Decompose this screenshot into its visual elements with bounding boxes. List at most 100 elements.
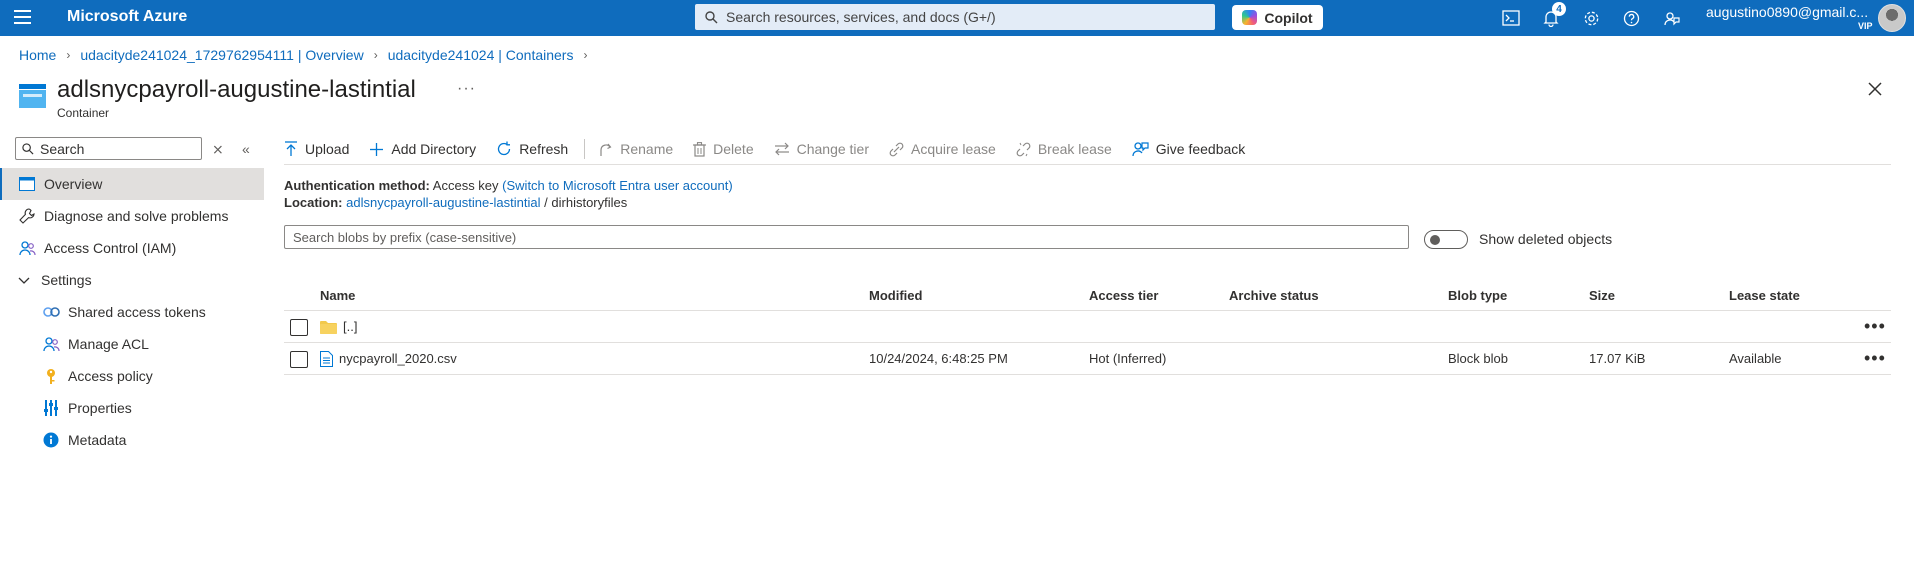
nav-search-input[interactable]: Search bbox=[15, 137, 202, 160]
sidebar-item-label: Metadata bbox=[68, 432, 127, 448]
table-row[interactable]: [..] ••• bbox=[284, 311, 1891, 343]
location-container-link[interactable]: adlsnycpayroll-augustine-lastintial bbox=[346, 195, 540, 210]
give-feedback-button[interactable]: Give feedback bbox=[1132, 141, 1245, 157]
toolbar-divider bbox=[584, 139, 586, 159]
upload-icon bbox=[285, 141, 297, 156]
row-blob-type: Block blob bbox=[1448, 351, 1508, 366]
more-options-button[interactable]: ··· bbox=[457, 80, 476, 98]
sidebar-group-settings[interactable]: Settings bbox=[0, 264, 264, 296]
clear-filter-icon[interactable]: ⨯ bbox=[212, 141, 224, 158]
sidebar-item-manage-acl[interactable]: Manage ACL bbox=[0, 328, 264, 360]
settings-gear-icon[interactable] bbox=[1580, 7, 1602, 29]
location-label: Location: bbox=[284, 195, 343, 210]
blobs-table: Name Modified Access tier Archive status… bbox=[284, 280, 1891, 375]
sidebar-item-label: Properties bbox=[68, 400, 132, 416]
sidebar-item-overview[interactable]: Overview bbox=[0, 168, 264, 200]
brand-title[interactable]: Microsoft Azure bbox=[67, 8, 187, 26]
row-access-tier: Hot (Inferred) bbox=[1089, 351, 1167, 366]
info-icon bbox=[42, 431, 60, 449]
copilot-button[interactable]: Copilot bbox=[1232, 5, 1323, 30]
copilot-label: Copilot bbox=[1264, 9, 1313, 26]
refresh-label: Refresh bbox=[519, 141, 569, 157]
change-tier-label: Change tier bbox=[796, 141, 869, 157]
column-header-modified[interactable]: Modified bbox=[869, 280, 922, 310]
row-name-cell[interactable]: [..] bbox=[320, 311, 357, 342]
people-icon bbox=[18, 239, 36, 257]
search-icon bbox=[705, 10, 718, 23]
chevron-right-icon: › bbox=[373, 48, 378, 62]
row-checkbox[interactable] bbox=[290, 319, 308, 336]
upload-button[interactable]: Upload bbox=[284, 141, 349, 157]
avatar[interactable] bbox=[1878, 4, 1906, 32]
close-icon[interactable] bbox=[1866, 80, 1884, 98]
break-lease-button[interactable]: Break lease bbox=[1016, 141, 1112, 157]
copilot-icon bbox=[1242, 10, 1258, 25]
cloud-shell-icon[interactable] bbox=[1500, 7, 1522, 29]
row-modified: 10/24/2024, 6:48:25 PM bbox=[869, 351, 1008, 366]
rename-button[interactable]: Rename bbox=[599, 141, 673, 157]
sidebar-item-label: Shared access tokens bbox=[68, 304, 206, 320]
refresh-button[interactable]: Refresh bbox=[496, 141, 568, 157]
chevron-down-icon bbox=[18, 272, 30, 288]
row-name[interactable]: [..] bbox=[343, 319, 357, 334]
overview-icon bbox=[18, 175, 36, 193]
key-icon bbox=[42, 367, 60, 385]
location-line: Location: adlsnycpayroll-augustine-lasti… bbox=[284, 195, 627, 210]
sidebar-item-label: Manage ACL bbox=[68, 336, 149, 352]
column-header-archive-status[interactable]: Archive status bbox=[1229, 280, 1319, 310]
blob-prefix-search-input[interactable]: Search blobs by prefix (case-sensitive) bbox=[284, 225, 1409, 249]
properties-icon bbox=[42, 399, 60, 417]
lease-link-icon bbox=[889, 142, 904, 156]
row-more-actions-button[interactable]: ••• bbox=[1864, 311, 1886, 342]
change-tier-button[interactable]: Change tier bbox=[774, 141, 869, 157]
blob-search-placeholder: Search blobs by prefix (case-sensitive) bbox=[293, 229, 517, 245]
breadcrumb-storage-overview[interactable]: udacityde241024_1729762954111 | Overview bbox=[80, 47, 363, 63]
row-more-actions-button[interactable]: ••• bbox=[1864, 343, 1886, 374]
link-icon bbox=[42, 303, 60, 321]
acquire-lease-button[interactable]: Acquire lease bbox=[889, 141, 996, 157]
column-header-lease-state[interactable]: Lease state bbox=[1729, 280, 1800, 310]
row-name-cell[interactable]: nycpayroll_2020.csv bbox=[320, 343, 457, 374]
table-row[interactable]: nycpayroll_2020.csv 10/24/2024, 6:48:25 … bbox=[284, 343, 1891, 375]
chevron-right-icon: › bbox=[583, 48, 588, 62]
toolbar-divider-line bbox=[284, 164, 1891, 165]
delete-button[interactable]: Delete bbox=[693, 141, 754, 157]
breadcrumb-home[interactable]: Home bbox=[19, 47, 56, 63]
folder-icon bbox=[320, 320, 337, 334]
sidebar-item-diagnose[interactable]: Diagnose and solve problems bbox=[0, 200, 264, 232]
column-header-name[interactable]: Name bbox=[320, 280, 355, 310]
rename-label: Rename bbox=[620, 141, 674, 157]
switch-auth-link[interactable]: (Switch to Microsoft Entra user account) bbox=[502, 178, 732, 193]
collapse-menu-icon[interactable]: « bbox=[242, 141, 250, 157]
global-search-input[interactable]: Search resources, services, and docs (G+… bbox=[695, 4, 1215, 30]
top-bar: Microsoft Azure Search resources, servic… bbox=[0, 0, 1914, 36]
sidebar-item-metadata[interactable]: Metadata bbox=[0, 424, 264, 456]
notifications-badge: 4 bbox=[1552, 2, 1566, 16]
chevron-right-icon: › bbox=[66, 48, 71, 62]
user-email[interactable]: augustino0890@gmail.c... bbox=[1706, 4, 1868, 20]
page-title: adlsnycpayroll-augustine-lastintial bbox=[57, 76, 416, 103]
sidebar-item-properties[interactable]: Properties bbox=[0, 392, 264, 424]
auth-method-line: Authentication method: Access key (Switc… bbox=[284, 178, 733, 193]
column-header-blob-type[interactable]: Blob type bbox=[1448, 280, 1507, 310]
column-header-access-tier[interactable]: Access tier bbox=[1089, 280, 1158, 310]
help-icon[interactable] bbox=[1620, 7, 1642, 29]
global-search-placeholder: Search resources, services, and docs (G+… bbox=[726, 9, 996, 25]
command-bar: Upload Add Directory Refresh Rename Dele… bbox=[284, 136, 1265, 162]
sidebar-item-access-control[interactable]: Access Control (IAM) bbox=[0, 232, 264, 264]
show-deleted-toggle[interactable] bbox=[1424, 230, 1468, 249]
search-icon bbox=[22, 142, 34, 155]
row-name[interactable]: nycpayroll_2020.csv bbox=[339, 351, 457, 366]
sidebar-item-shared-access-tokens[interactable]: Shared access tokens bbox=[0, 296, 264, 328]
sidebar-item-access-policy[interactable]: Access policy bbox=[0, 360, 264, 392]
hamburger-menu-icon[interactable] bbox=[14, 10, 31, 24]
breadcrumb-containers[interactable]: udacityde241024 | Containers bbox=[388, 47, 574, 63]
add-directory-button[interactable]: Add Directory bbox=[369, 141, 476, 157]
row-checkbox[interactable] bbox=[290, 351, 308, 368]
notifications-icon[interactable]: 4 bbox=[1540, 2, 1566, 29]
sidebar-item-label: Access policy bbox=[68, 368, 153, 384]
feedback-icon[interactable] bbox=[1660, 7, 1682, 29]
row-lease-state: Available bbox=[1729, 351, 1782, 366]
column-header-size[interactable]: Size bbox=[1589, 280, 1615, 310]
file-icon bbox=[320, 350, 333, 367]
